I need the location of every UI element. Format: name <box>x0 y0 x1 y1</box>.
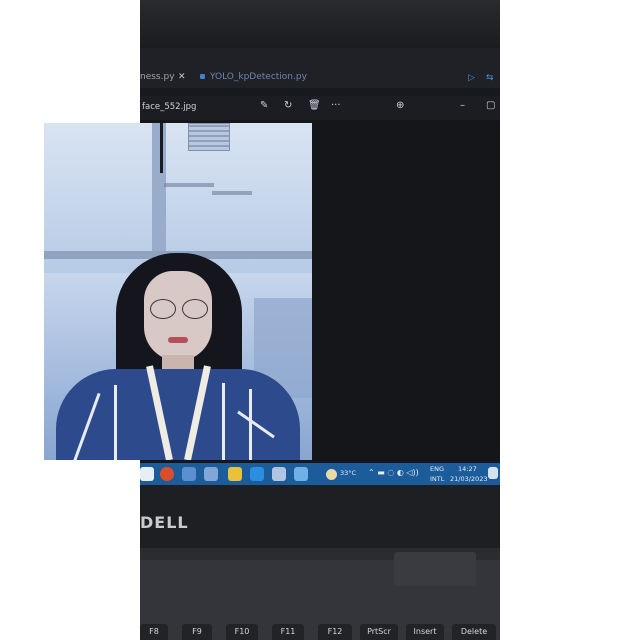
file-explorer-icon[interactable] <box>228 467 242 481</box>
vscode-icon[interactable] <box>250 467 264 481</box>
tray-icons[interactable]: ⌃ ▬ ◌ ◐ ◁)) <box>368 468 419 477</box>
app-icon[interactable] <box>272 467 286 481</box>
key-prtscr[interactable]: PrtScr <box>360 624 398 640</box>
glasses-icon <box>150 299 176 319</box>
key-f12[interactable]: F12 <box>318 624 352 640</box>
hanging-cable <box>160 123 163 173</box>
laptop-top-bezel <box>140 0 500 48</box>
rotate-icon[interactable]: ↻ <box>284 100 292 111</box>
key-f9[interactable]: F9 <box>182 624 212 640</box>
split-editor-icon[interactable]: ⇆ <box>486 73 494 83</box>
hinge-latch <box>394 552 476 586</box>
laptop-bottom-bezel <box>140 485 500 555</box>
image-filename: face_552.jpg <box>142 102 197 112</box>
key-f8[interactable]: F8 <box>140 624 168 640</box>
key-delete[interactable]: Delete <box>452 624 496 640</box>
displayed-photo <box>44 123 312 460</box>
python-file-icon <box>200 74 205 79</box>
edit-icon[interactable]: ✎ <box>260 100 268 111</box>
run-icon[interactable]: ▷ <box>468 73 475 83</box>
ceiling-rafter <box>164 183 214 187</box>
search-icon[interactable] <box>140 467 154 481</box>
language-indicator[interactable]: ENG <box>430 465 444 473</box>
editor-tab-yolo[interactable]: YOLO_kpDetection.py <box>210 72 307 82</box>
key-f11[interactable]: F11 <box>272 624 304 640</box>
ceiling-rafter <box>212 191 252 195</box>
minimize-icon[interactable]: – <box>460 100 465 111</box>
editor-tab-partial[interactable]: ness.py <box>140 72 175 82</box>
close-icon[interactable]: ✕ <box>178 72 186 82</box>
browser-icon[interactable] <box>160 467 174 481</box>
ceiling-vent <box>188 123 230 151</box>
lips <box>168 337 188 343</box>
weather-temp[interactable]: 33°C <box>340 469 356 477</box>
weather-icon <box>326 469 337 480</box>
sweater-stripe <box>222 383 225 460</box>
app-icon[interactable] <box>204 467 218 481</box>
photos-icon[interactable] <box>294 467 308 481</box>
maximize-icon[interactable]: ▢ <box>486 100 495 111</box>
key-insert[interactable]: Insert <box>406 624 444 640</box>
zoom-icon[interactable]: ⊕ <box>396 100 404 111</box>
sweater-stripe <box>249 389 252 460</box>
sweater-stripe <box>114 385 117 460</box>
clock-date[interactable]: 21/03/2023 <box>450 475 487 483</box>
app-icon[interactable] <box>182 467 196 481</box>
key-f10[interactable]: F10 <box>226 624 258 640</box>
delete-icon[interactable]: 🗑 <box>308 100 321 111</box>
brand-logo: DELL <box>140 513 189 532</box>
clock-time[interactable]: 14:27 <box>458 465 477 473</box>
keyboard-layout[interactable]: INTL <box>430 475 444 483</box>
more-icon[interactable]: ··· <box>331 100 341 111</box>
editor-tab-bar <box>140 48 500 88</box>
glasses-icon <box>182 299 208 319</box>
notification-icon[interactable] <box>488 467 498 479</box>
